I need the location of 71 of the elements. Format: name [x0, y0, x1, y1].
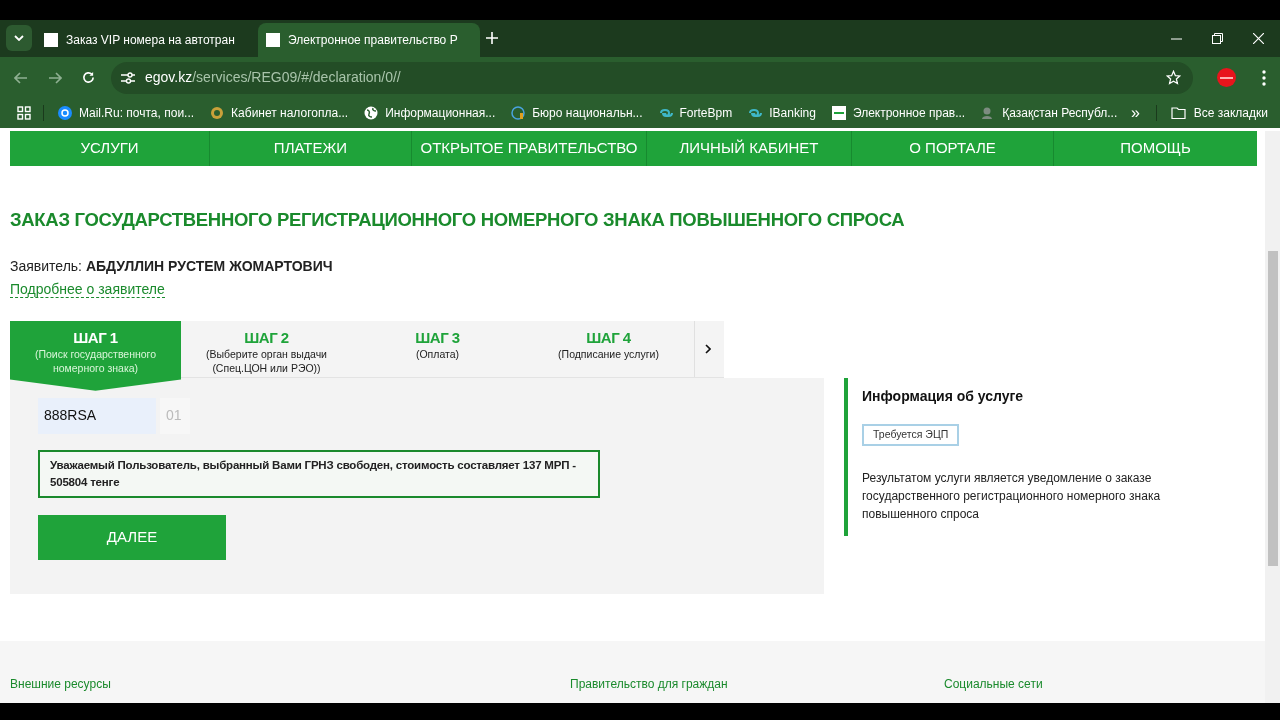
info-heading: Информация об услуге: [862, 386, 1025, 406]
step-subtitle: (Оплата): [414, 346, 461, 361]
bookmark-star-icon[interactable]: [1166, 70, 1181, 85]
all-bookmarks-label: Все закладки: [1193, 105, 1268, 122]
chart-icon: [511, 106, 526, 120]
step-subtitle: (Поиск государственного номерного знака): [33, 346, 158, 375]
bookmark[interactable]: Информационная...: [364, 104, 496, 122]
applicant-label: Заявитель:: [10, 257, 82, 274]
tab-title: Электронное правительство Р: [288, 32, 458, 49]
back-icon[interactable]: [14, 71, 28, 84]
swirl-icon: [658, 106, 673, 120]
plate-number-field[interactable]: 888RSA: [38, 397, 156, 434]
restore-icon[interactable]: [1212, 33, 1223, 44]
step-tab[interactable]: ШАГ 4 (Подписание услуги): [523, 320, 694, 378]
bookmark[interactable]: Қазақстан Республ...: [981, 104, 1118, 122]
footer-heading: Внешние ресурсы: [10, 677, 111, 691]
reload-icon[interactable]: [82, 71, 95, 84]
bookmark-label: Бюро национальн...: [532, 105, 643, 122]
site-favicon: [44, 33, 58, 47]
step-title: ШАГ 1: [73, 328, 118, 347]
new-tab-icon[interactable]: [486, 32, 498, 44]
site-favicon: [266, 33, 280, 47]
bookmark-label: Электронное прав...: [852, 105, 966, 122]
menu-icon[interactable]: [1262, 69, 1266, 86]
site-settings-icon[interactable]: [121, 71, 135, 84]
all-bookmarks-button[interactable]: Все закладки: [1170, 104, 1268, 122]
bookmark-label: IBanking: [769, 105, 816, 122]
bookmark-label: Информационная...: [385, 105, 496, 122]
applicant-details-link[interactable]: Подробнее о заявителе: [10, 280, 165, 298]
step-title: ШАГ 2: [244, 328, 289, 347]
availability-message: Уважаемый Пользователь, выбранный Вами ГРНЗ свободен, стоимость составляет 137 МРП - 505804 тенге: [38, 449, 600, 498]
bookmark-label: Қазақстан Республ...: [1002, 105, 1118, 122]
chevron-right-icon: [705, 343, 711, 354]
footer-heading: Правительство для граждан: [570, 677, 728, 691]
bookmark[interactable]: ForteBpm: [658, 104, 733, 122]
digital-signature-tag: Требуется ЭЦП: [862, 423, 960, 446]
bookmark-label: Кабинет налогопла...: [231, 105, 349, 122]
bookmark[interactable]: Бюро национальн...: [511, 104, 643, 122]
profile-avatar[interactable]: [1217, 68, 1236, 87]
browser-tab[interactable]: Заказ VIP номера на автотран: [36, 23, 258, 57]
tab-list-button[interactable]: [6, 25, 32, 51]
swirl-icon: [748, 106, 763, 120]
applicant-name: АБДУЛЛИН РУСТЕМ ЖОМАРТОВИЧ: [85, 257, 333, 274]
scrollbar[interactable]: [1265, 131, 1280, 703]
step-subtitle: (Выберите орган выдачи (Спец.ЦОН или РЭО)): [205, 346, 328, 375]
footer-heading: Социальные сети: [944, 677, 1043, 691]
tab-title: Заказ VIP номера на автотран: [66, 32, 235, 49]
bookmark-label: ForteBpm: [679, 105, 733, 122]
info-text: Результатом услуги является уведомление о заказе государственного регистрационного номерного знака повышенного спроса: [862, 469, 1162, 523]
globe-icon: [364, 106, 379, 120]
bookmark[interactable]: Mail.Ru: почта, пои...: [58, 104, 195, 122]
page-title: ЗАКАЗ ГОСУДАРСТВЕННОГО РЕГИСТРАЦИОННОГО НОМЕРНОГО ЗНАКА ПОВЫШЕННОГО СПРОСА: [10, 208, 906, 232]
bookmark[interactable]: Кабинет налогопла...: [210, 104, 349, 122]
chevron-down-icon: [14, 35, 24, 41]
bookmark-label: Mail.Ru: почта, пои...: [79, 105, 195, 122]
step-title: ШАГ 4: [586, 328, 631, 347]
folder-icon: [1170, 107, 1186, 119]
apps-icon[interactable]: [17, 106, 31, 120]
address-bar[interactable]: egov.kz/services/REG09/#/declaration/0//: [111, 61, 1193, 94]
close-icon[interactable]: [1253, 33, 1264, 44]
site-favicon: [831, 106, 846, 120]
step-tab[interactable]: ШАГ 3 (Оплата): [352, 320, 523, 378]
step-title: ШАГ 3: [415, 328, 460, 347]
bookmark[interactable]: IBanking: [748, 104, 816, 122]
url-text: egov.kz/services/REG09/#/declaration/0//: [145, 68, 401, 87]
browser-tab[interactable]: Электронное правительство Р: [258, 23, 480, 57]
step-subtitle: (Подписание услуги): [557, 346, 660, 361]
bookmark[interactable]: Электронное прав...: [831, 104, 966, 122]
forward-icon[interactable]: [48, 71, 62, 84]
more-bookmarks-button[interactable]: »: [1130, 101, 1140, 125]
step-tab[interactable]: ШАГ 2 (Выберите орган выдачи (Спец.ЦОН или РЭО)): [181, 320, 352, 378]
